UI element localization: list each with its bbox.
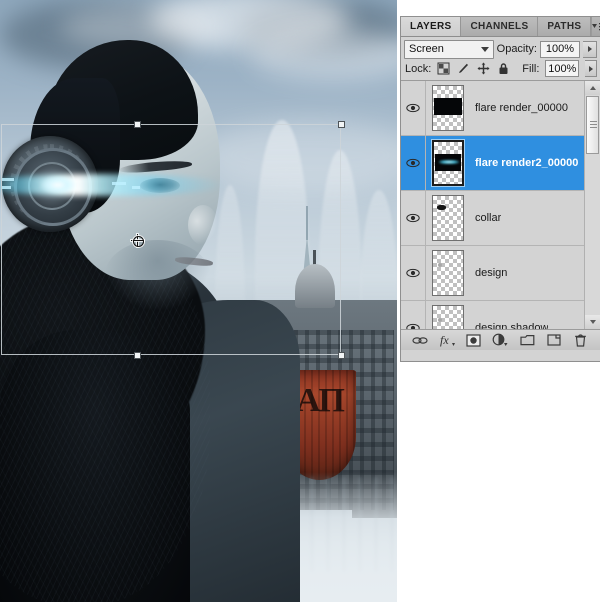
layer-visibility-toggle[interactable]: [401, 81, 426, 135]
tab-layers-label: LAYERS: [410, 21, 452, 32]
layer-thumbnail[interactable]: [432, 140, 464, 186]
layer-name[interactable]: flare render_00000: [471, 102, 568, 114]
blend-mode-value: Screen: [409, 43, 444, 55]
tab-paths-label: PATHS: [547, 21, 582, 32]
eye-icon: [406, 213, 420, 223]
tab-channels-label: CHANNELS: [470, 21, 529, 32]
layer-row[interactable]: design: [401, 246, 600, 301]
image-canvas[interactable]: AΠ: [0, 0, 397, 602]
blend-mode-row: Screen Opacity: 100%: [401, 37, 600, 59]
transform-handle-top-right[interactable]: [338, 121, 345, 128]
panel-tab-bar: LAYERS CHANNELS PATHS: [401, 17, 600, 37]
hud-tick-mark: [2, 178, 14, 181]
hud-tick-mark: [132, 186, 140, 189]
layer-visibility-toggle[interactable]: [401, 136, 426, 190]
eye-icon: [406, 103, 420, 113]
face-shading: [105, 240, 210, 310]
lens-flare-core: [40, 176, 76, 194]
layer-list-scrollbar[interactable]: [584, 81, 600, 329]
thumbnail-artwork: [434, 98, 462, 115]
transform-handle-bottom-right[interactable]: [338, 352, 345, 359]
eye-icon: [406, 268, 420, 278]
layer-thumbnail[interactable]: [432, 195, 464, 241]
tab-paths[interactable]: PATHS: [538, 17, 592, 36]
layers-panel: LAYERS CHANNELS PATHS Screen Opacity: 10…: [400, 16, 600, 362]
layer-thumbnail[interactable]: [432, 250, 464, 296]
layer-name[interactable]: design: [471, 267, 507, 279]
tab-layers[interactable]: LAYERS: [401, 17, 462, 36]
transform-handle-top-center[interactable]: [134, 121, 141, 128]
thumbnail-artwork: [435, 154, 461, 171]
layer-row[interactable]: collar: [401, 191, 600, 246]
nose-highlight: [188, 205, 218, 245]
thumbnail-artwork: [437, 205, 446, 210]
thumbnail-artwork: [438, 318, 442, 322]
chevron-down-icon: [480, 46, 489, 52]
lock-label: Lock:: [405, 62, 432, 75]
layer-visibility-toggle[interactable]: [401, 301, 426, 329]
layer-name[interactable]: collar: [471, 212, 501, 224]
fill-value: 100%: [548, 62, 577, 75]
layers-panel-footer: fx: [401, 330, 600, 350]
add-layer-mask-icon[interactable]: [465, 332, 482, 349]
lock-all-icon[interactable]: [497, 62, 510, 75]
opacity-label: Opacity:: [496, 43, 537, 55]
lock-row: Lock: Fill: 100%: [401, 59, 600, 81]
scrollbar-thumb[interactable]: [586, 96, 599, 154]
lock-position-icon[interactable]: [477, 62, 490, 75]
thumbnail-artwork: [438, 263, 442, 267]
new-layer-icon[interactable]: [545, 332, 562, 349]
hud-tick-mark: [2, 186, 11, 189]
layer-name[interactable]: flare render2_00000: [471, 157, 578, 169]
fill-label: Fill:: [522, 62, 540, 75]
eye-icon: [406, 323, 420, 329]
svg-text:fx: fx: [440, 333, 449, 347]
transform-reference-point-ring: [133, 236, 144, 247]
new-group-icon[interactable]: [519, 332, 536, 349]
link-layers-icon[interactable]: [412, 332, 429, 349]
layer-row[interactable]: flare render2_00000: [401, 136, 600, 191]
layer-list[interactable]: flare render_00000 flare render2_00000 c…: [401, 81, 600, 330]
layer-visibility-toggle[interactable]: [401, 191, 426, 245]
add-layer-style-icon[interactable]: fx: [439, 332, 456, 349]
layer-thumbnail[interactable]: [432, 305, 464, 329]
opacity-slider-arrow-icon[interactable]: [583, 40, 597, 58]
layer-row[interactable]: design shadow: [401, 301, 600, 329]
layer-row[interactable]: flare render_00000: [401, 81, 600, 136]
transform-handle-bottom-center[interactable]: [134, 352, 141, 359]
lock-image-pixels-icon[interactable]: [457, 62, 470, 75]
scroll-up-arrow-icon[interactable]: [585, 81, 600, 95]
scroll-down-arrow-icon[interactable]: [585, 315, 600, 329]
hud-tick-mark: [112, 182, 126, 185]
opacity-value: 100%: [545, 43, 575, 55]
lock-icon-group: [437, 62, 510, 75]
delete-layer-icon[interactable]: [572, 332, 589, 349]
layer-visibility-toggle[interactable]: [401, 246, 426, 300]
blend-mode-select[interactable]: Screen: [404, 39, 494, 59]
layer-thumbnail[interactable]: [432, 85, 464, 131]
tab-channels[interactable]: CHANNELS: [461, 17, 539, 36]
eye-icon: [406, 158, 420, 168]
fill-slider-arrow-icon[interactable]: [585, 60, 597, 77]
panel-menu-icon[interactable]: [591, 17, 600, 36]
new-fill-adjustment-layer-icon[interactable]: [492, 332, 509, 349]
opacity-input[interactable]: 100%: [540, 40, 580, 58]
lock-transparent-pixels-icon[interactable]: [437, 62, 450, 75]
fill-input[interactable]: 100%: [545, 60, 580, 77]
layer-name[interactable]: design shadow: [471, 322, 548, 329]
